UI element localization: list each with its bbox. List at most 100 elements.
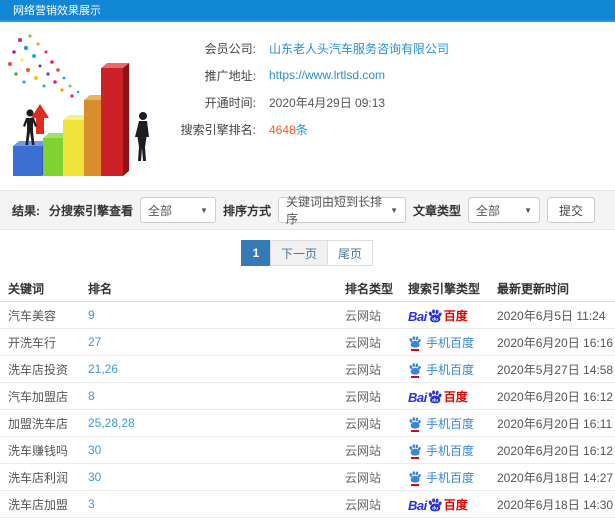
table-row: 加盟洗车店 25,28,28 云网站 Bai du 百度	[0, 410, 615, 437]
updated-time-cell: 2020年6月20日 16:16	[497, 335, 614, 350]
rank-cell[interactable]: 30	[88, 470, 345, 484]
svg-text:du: du	[432, 316, 438, 322]
engine-cell: Bai du 百度	[408, 334, 497, 351]
rank-cell[interactable]: 21,26	[88, 362, 345, 376]
bar-blue	[13, 141, 48, 176]
chevron-down-icon: ▼	[200, 205, 208, 215]
engine-filter-label: 分搜索引擎查看	[48, 203, 133, 218]
baidu-paw-icon: du	[427, 308, 443, 324]
updated-time-cell: 2020年6月20日 16:12	[497, 389, 614, 404]
results-label: 结果:	[12, 203, 40, 218]
col-header-updated: 最新更新时间	[497, 282, 570, 296]
mobile-baidu-badge: 手机百度	[408, 469, 474, 486]
rank-type-cell: 云网站	[345, 335, 382, 350]
baidu-logo-cn: 百度	[443, 389, 468, 404]
rank-type-cell: 云网站	[345, 362, 382, 377]
keyword-cell: 洗车店加盟	[8, 497, 69, 512]
keyword-cell: 洗车赚钱吗	[8, 443, 69, 458]
article-type-select[interactable]: 全部 ▼	[468, 197, 540, 223]
engine-cell: Bai du 百度	[408, 496, 497, 513]
baidu-paw-icon: du	[427, 389, 443, 405]
marketing-growth-illustration	[8, 34, 149, 176]
rank-cell[interactable]: 25,28,28	[88, 416, 345, 430]
keyword-cell: 汽车美容	[8, 308, 57, 323]
updated-time-cell: 2020年6月20日 16:12	[497, 443, 614, 458]
table-row: 洗车店加盟 3 云网站 Bai du 百度 2020年6月18日 14:30	[0, 491, 615, 518]
account-summary-section: 会员公司: 山东老人头汽车服务咨询有限公司 推广地址: https://www.…	[0, 22, 615, 190]
member-company-row: 会员公司: 山东老人头汽车服务咨询有限公司	[178, 38, 449, 58]
chevron-down-icon: ▼	[390, 205, 398, 215]
confetti-dots	[8, 34, 80, 98]
updated-time-cell: 2020年6月5日 11:24	[497, 308, 606, 323]
filter-controls: 分搜索引擎查看 全部 ▼ 排序方式 关键词由短到长排序 ▼ 文章类型 全部 ▼ …	[48, 195, 595, 226]
member-company-link[interactable]: 山东老人头汽车服务咨询有限公司	[269, 40, 449, 57]
mobile-baidu-badge: 手机百度	[408, 415, 474, 432]
baidu-logo: Bai du 百度	[408, 388, 468, 405]
mobile-baidu-badge: 手机百度	[408, 442, 474, 459]
mobile-baidu-underline	[411, 457, 419, 459]
bar-red	[101, 63, 129, 176]
submit-button[interactable]: 提交	[547, 197, 595, 223]
table-row: 汽车美容 9 云网站 Bai du 百度 2020年6月5日 11:24	[0, 302, 615, 329]
col-header-keyword: 关键词	[8, 282, 45, 296]
rank-type-cell: 云网站	[345, 416, 382, 431]
rank-cell[interactable]: 8	[88, 389, 345, 403]
keyword-cell: 汽车加盟店	[8, 389, 69, 404]
col-header-engine: 搜索引擎类型	[408, 282, 481, 296]
rank-cell[interactable]: 9	[88, 308, 345, 322]
open-time-value: 2020年4月29日 09:13	[269, 95, 386, 110]
article-type-label: 文章类型	[412, 203, 461, 218]
mobile-baidu-badge: 手机百度	[408, 361, 474, 378]
engine-filter-select[interactable]: 全部 ▼	[139, 197, 216, 223]
rank-type-cell: 云网站	[345, 443, 382, 458]
baidu-paw-icon: du	[427, 497, 443, 513]
svg-text:du: du	[432, 505, 438, 511]
rank-type-cell: 云网站	[345, 497, 382, 512]
sort-selected: 关键词由短到长排序	[285, 195, 382, 226]
keyword-cell: 洗车店投资	[8, 362, 69, 377]
mobile-baidu-label: 手机百度	[426, 416, 475, 431]
mobile-baidu-underline	[411, 484, 419, 486]
svg-text:du: du	[432, 397, 438, 403]
table-row: 开洗车行 27 云网站 Bai du 百度	[0, 329, 615, 356]
rank-type-cell: 云网站	[345, 470, 382, 485]
updated-time-cell: 2020年6月18日 14:27	[497, 470, 614, 485]
page-button-current[interactable]: 1	[240, 240, 271, 266]
baidu-logo-cn: 百度	[443, 497, 468, 512]
member-company-label: 会员公司:	[204, 41, 256, 56]
engine-rank-row: 搜索引擎排名: 4648条	[178, 119, 449, 139]
engine-cell: Bai du 百度	[408, 415, 497, 432]
table-row: 洗车赚钱吗 30 云网站 Bai du 百度	[0, 437, 615, 464]
mobile-baidu-label: 手机百度	[426, 443, 475, 458]
mobile-baidu-paw-icon	[408, 443, 422, 459]
mobile-baidu-badge: 手机百度	[408, 334, 474, 351]
article-type-selected: 全部	[476, 203, 501, 218]
account-info-list: 会员公司: 山东老人头汽车服务咨询有限公司 推广地址: https://www.…	[178, 38, 449, 146]
keyword-cell: 加盟洗车店	[8, 416, 69, 431]
promo-url-link[interactable]: https://www.lrtlsd.com	[269, 68, 385, 82]
engine-filter-selected: 全部	[147, 203, 172, 218]
keyword-ranking-table: 关键词 排名 排名类型 搜索引擎类型 最新更新时间 汽车美容 9 云网站 Bai…	[0, 276, 615, 518]
table-body: 汽车美容 9 云网站 Bai du 百度 2020年6月5日 11:24 开洗车…	[0, 302, 615, 518]
rank-type-cell: 云网站	[345, 308, 382, 323]
col-header-rank: 排名	[88, 282, 113, 296]
mobile-baidu-label: 手机百度	[426, 470, 475, 485]
next-page-button[interactable]: 下一页	[269, 240, 328, 266]
rank-cell[interactable]: 3	[88, 497, 345, 511]
page-title: 网络营销效果展示	[13, 5, 101, 17]
engine-cell: Bai du 百度	[408, 442, 497, 459]
engine-rank-value: 4648条	[269, 121, 308, 138]
sort-select[interactable]: 关键词由短到长排序 ▼	[277, 195, 406, 226]
rank-cell[interactable]: 30	[88, 443, 345, 457]
last-page-button[interactable]: 尾页	[327, 240, 374, 266]
mobile-baidu-underline	[411, 349, 419, 351]
baidu-logo-bai: Bai	[408, 497, 427, 513]
rank-cell[interactable]: 27	[88, 335, 345, 349]
engine-cell: Bai du 百度	[408, 307, 497, 324]
title-bar: 网络营销效果展示	[0, 0, 615, 22]
updated-time-cell: 2020年6月18日 14:30	[497, 497, 614, 512]
engine-cell: Bai du 百度	[408, 361, 497, 378]
open-time-row: 开通时间: 2020年4月29日 09:13	[178, 92, 449, 112]
results-filter-bar: 结果: 分搜索引擎查看 全部 ▼ 排序方式 关键词由短到长排序 ▼ 文章类型 全…	[0, 190, 615, 230]
mobile-baidu-underline	[411, 430, 419, 432]
